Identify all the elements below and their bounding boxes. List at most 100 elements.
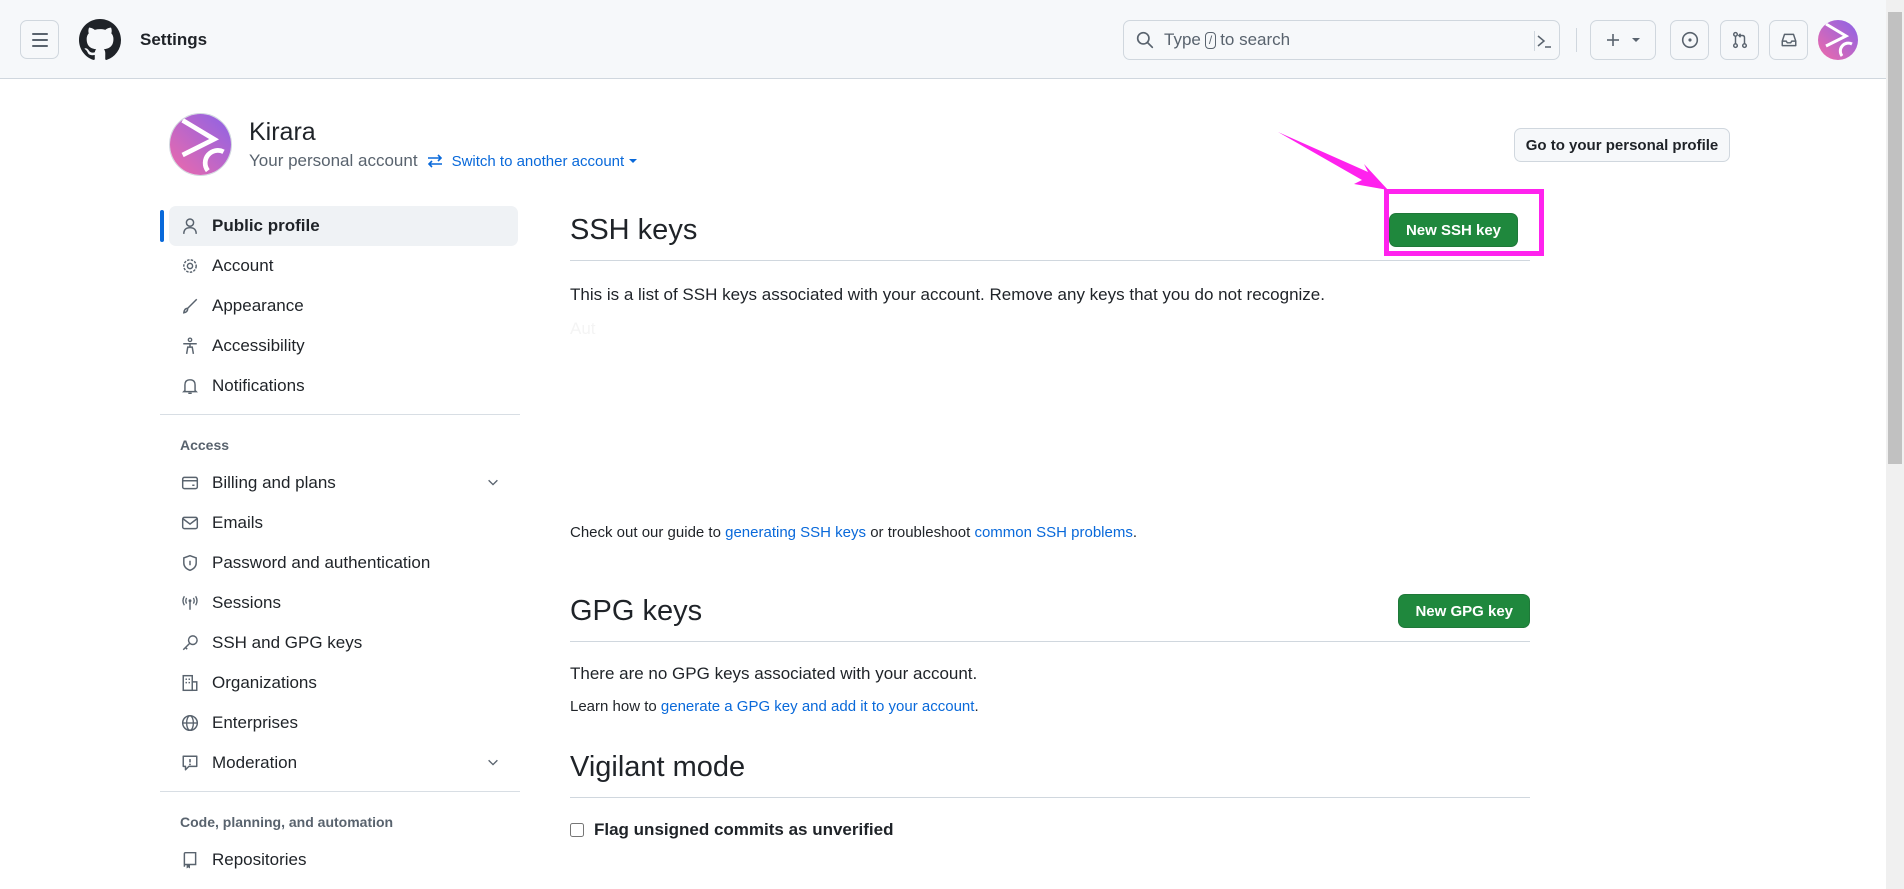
flag-unsigned-commits-checkbox[interactable]: [570, 823, 584, 837]
shield-lock-icon: [180, 553, 200, 573]
sidebar-item-organizations[interactable]: Organizations: [160, 663, 520, 703]
annotation-arrow-icon: [1278, 132, 1388, 190]
user-avatar-button[interactable]: [1818, 20, 1858, 60]
gear-icon: [180, 256, 200, 276]
ssh-keys-description: This is a list of SSH keys associated wi…: [570, 285, 1325, 304]
account-type-label: Your personal account: [249, 151, 418, 170]
sidebar-item-label: Repositories: [212, 850, 307, 869]
avatar-image: [170, 114, 231, 175]
guide-text: Check out our guide to: [570, 524, 721, 541]
sidebar-divider: [160, 414, 520, 415]
sidebar-item-account[interactable]: Account: [160, 246, 520, 286]
switch-account-link[interactable]: Switch to another account: [452, 153, 639, 170]
menu-icon-bar: [31, 38, 48, 41]
sidebar-item-label: Appearance: [212, 296, 304, 315]
sidebar-item-enterprises[interactable]: Enterprises: [160, 703, 520, 743]
github-logo-icon[interactable]: [79, 19, 121, 61]
inbox-button[interactable]: [1769, 20, 1808, 60]
learn-text: Learn how to: [570, 698, 657, 715]
paintbrush-icon: [180, 296, 200, 316]
search-shortcut-key: /: [1204, 31, 1217, 49]
ssh-keys-title: SSH keys: [570, 213, 698, 246]
chevron-down-icon[interactable]: [486, 755, 500, 769]
caret-down-icon: [1632, 38, 1640, 42]
sidebar-item-label: Sessions: [212, 593, 281, 612]
profile-avatar: [169, 113, 232, 176]
page-scrollbar[interactable]: [1886, 0, 1904, 889]
search-input[interactable]: Type / to search: [1123, 20, 1560, 60]
sidebar-item-emails[interactable]: Emails: [160, 503, 520, 543]
sidebar-item-label: Account: [212, 256, 274, 275]
guide-text: .: [1132, 524, 1138, 541]
generating-ssh-keys-link[interactable]: generating SSH keys: [725, 524, 866, 541]
gpg-empty-text: There are no GPG keys associated with yo…: [570, 664, 978, 683]
switch-account-label: Switch to another account: [451, 152, 625, 170]
sidebar-item-appearance[interactable]: Appearance: [160, 286, 520, 326]
globe-icon: [180, 713, 200, 733]
sidebar-item-notifications[interactable]: Notifications: [160, 366, 520, 406]
sidebar-group-heading: Access: [180, 437, 230, 453]
guide-text: or troubleshoot: [870, 524, 971, 541]
sidebar-item-billing[interactable]: Billing and plans: [160, 463, 520, 503]
pull-requests-button[interactable]: [1720, 20, 1759, 60]
menu-icon-bar: [31, 32, 48, 35]
issue-opened-icon: [1681, 31, 1698, 49]
sidebar-item-moderation[interactable]: Moderation: [160, 743, 520, 783]
profile-name[interactable]: Kirara: [249, 118, 316, 147]
annotation-highlight-box: [1384, 189, 1544, 256]
sidebar-item-label: Password and authentication: [212, 553, 431, 572]
sidebar-item-label: Emails: [212, 513, 264, 532]
menu-button[interactable]: [20, 20, 59, 59]
sidebar-item-label: Enterprises: [212, 713, 298, 732]
common-ssh-problems-link[interactable]: common SSH problems: [974, 524, 1132, 541]
create-new-button[interactable]: [1590, 20, 1656, 60]
scrollbar-thumb[interactable]: [1888, 12, 1902, 464]
sidebar-item-password[interactable]: Password and authentication: [160, 543, 520, 583]
vigilant-mode-header: Vigilant mode: [570, 737, 1530, 798]
header-divider: [1576, 28, 1577, 52]
sidebar-item-label: Accessibility: [212, 336, 305, 355]
sidebar-group-heading: Code, planning, and automation: [180, 814, 394, 830]
sidebar-item-repositories[interactable]: Repositories: [160, 840, 520, 880]
repo-icon: [180, 850, 200, 870]
gpg-keys-title: GPG keys: [570, 594, 703, 627]
chevron-down-icon[interactable]: [486, 475, 500, 489]
sidebar-divider: [160, 791, 520, 792]
sidebar-item-public-profile[interactable]: Public profile: [160, 206, 518, 246]
menu-icon-bar: [31, 44, 48, 47]
plus-icon: [1607, 34, 1619, 46]
profile-subtitle: Your personal account Switch to another …: [249, 151, 638, 171]
gpg-keys-header: GPG keys New GPG key: [570, 581, 1530, 642]
flag-unsigned-commits-label: Flag unsigned commits as unverified: [594, 820, 894, 839]
generate-gpg-key-link[interactable]: generate a GPG key and add it to your ac…: [661, 698, 975, 715]
sidebar-item-label: Billing and plans: [212, 473, 336, 492]
broadcast-icon: [180, 593, 200, 613]
sidebar-item-accessibility[interactable]: Accessibility: [160, 326, 520, 366]
key-icon: [180, 633, 200, 653]
gpg-learn-text: Learn how to generate a GPG key and add …: [570, 698, 1530, 715]
issues-button[interactable]: [1670, 20, 1709, 60]
caret-down-icon: [629, 159, 638, 163]
ssh-guide-text: Check out our guide to generating SSH ke…: [570, 524, 1530, 541]
vigilant-mode-title: Vigilant mode: [570, 750, 746, 783]
search-icon: [1136, 31, 1154, 49]
bell-icon: [180, 376, 200, 396]
sidebar-item-label: Notifications: [212, 376, 305, 395]
sidebar-item-sessions[interactable]: Sessions: [160, 583, 520, 623]
search-placeholder-text: to search: [1220, 30, 1291, 49]
settings-sidebar: Public profile Account Appearance Access…: [160, 206, 520, 880]
arrow-switch-icon: [427, 154, 442, 168]
sidebar-item-label: Organizations: [212, 673, 317, 692]
credit-card-icon: [180, 473, 200, 493]
flag-unsigned-commits-option[interactable]: Flag unsigned commits as unverified: [570, 820, 1530, 840]
sidebar-item-label: Public profile: [212, 216, 320, 235]
go-to-profile-button[interactable]: Go to your personal profile: [1514, 128, 1730, 162]
sidebar-item-ssh-gpg-keys[interactable]: SSH and GPG keys: [160, 623, 520, 663]
accessibility-icon: [180, 336, 200, 356]
organization-icon: [180, 673, 200, 693]
inbox-icon: [1781, 33, 1796, 47]
new-gpg-key-button[interactable]: New GPG key: [1398, 594, 1530, 628]
search-placeholder: Type / to search: [1164, 30, 1290, 50]
ssh-keys-faint-text: Aut: [570, 319, 596, 338]
command-palette-icon[interactable]: [1535, 31, 1553, 51]
